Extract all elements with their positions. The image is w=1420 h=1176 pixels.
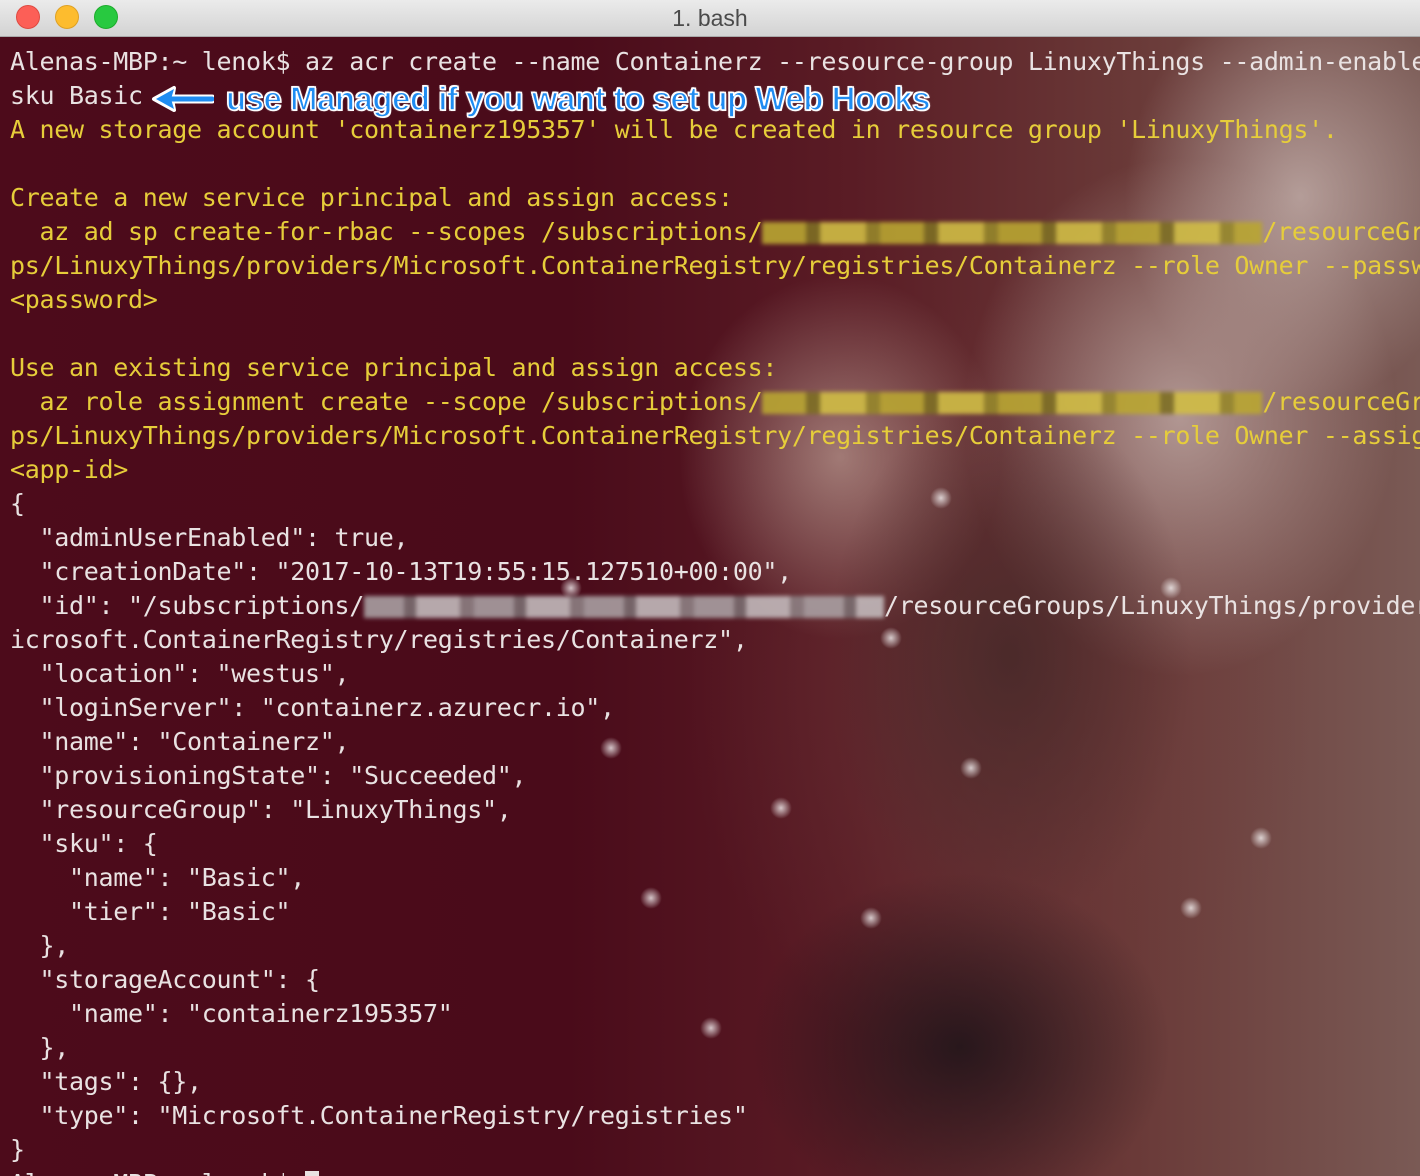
terminal-output[interactable]: Alenas-MBP:~ lenok$ az acr create --name…	[0, 37, 1420, 1176]
terminal-line: "name": "Containerz",	[10, 725, 1420, 759]
terminal-line: "name": "containerz195357"	[10, 997, 1420, 1031]
line-text: A new storage account 'containerz195357'…	[10, 115, 1338, 144]
redacted-subscription-id	[762, 392, 1263, 414]
zoom-button[interactable]	[94, 5, 118, 29]
redacted-subscription-id	[762, 222, 1263, 244]
line-text: Alenas-MBP:~ lenok$ az acr create --name…	[10, 47, 1420, 76]
terminal-line: "provisioningState": "Succeeded",	[10, 759, 1420, 793]
terminal-line: "name": "Basic",	[10, 861, 1420, 895]
terminal-line: Alenas-MBP:~ lenok$ az acr create --name…	[10, 45, 1420, 79]
line-text: "loginServer": "containerz.azurecr.io",	[10, 693, 616, 722]
terminal-line: "sku": {	[10, 827, 1420, 861]
line-text: "tier": "Basic"	[10, 897, 291, 926]
terminal-line: "tier": "Basic"	[10, 895, 1420, 929]
terminal-line: "loginServer": "containerz.azurecr.io",	[10, 691, 1420, 725]
terminal-line: <password>	[10, 283, 1420, 317]
line-text: },	[10, 1033, 70, 1062]
terminal-line: },	[10, 1031, 1420, 1065]
terminal-line: "tags": {},	[10, 1065, 1420, 1099]
terminal-line: Use an existing service principal and as…	[10, 351, 1420, 385]
terminal-line: A new storage account 'containerz195357'…	[10, 113, 1420, 147]
line-text: "type": "Microsoft.ContainerRegistry/reg…	[10, 1101, 748, 1130]
line-text-continued: /resourceGrou	[1262, 387, 1420, 416]
terminal-line: icrosoft.ContainerRegistry/registries/Co…	[10, 623, 1420, 657]
line-text: Alenas-MBP:~ lenok$	[10, 1169, 305, 1176]
close-button[interactable]	[16, 5, 40, 29]
terminal-lines: Alenas-MBP:~ lenok$ az acr create --name…	[10, 45, 1420, 1176]
terminal-line: "adminUserEnabled": true,	[10, 521, 1420, 555]
arrow-left-icon	[152, 86, 214, 112]
line-text: az role assignment create --scope /subsc…	[10, 387, 763, 416]
line-text: "tags": {},	[10, 1067, 203, 1096]
terminal-line: <app-id>	[10, 453, 1420, 487]
line-text: <password>	[10, 285, 158, 314]
text-cursor[interactable]	[305, 1171, 320, 1176]
minimize-button[interactable]	[55, 5, 79, 29]
line-text: Create a new service principal and assig…	[10, 183, 733, 212]
line-text: "resourceGroup": "LinuxyThings",	[10, 795, 512, 824]
line-text: "sku": {	[10, 829, 158, 858]
line-text: ps/LinuxyThings/providers/Microsoft.Cont…	[10, 251, 1420, 280]
terminal-line: },	[10, 929, 1420, 963]
terminal-line: "location": "westus",	[10, 657, 1420, 691]
line-text: "name": "containerz195357"	[10, 999, 453, 1028]
line-text: ps/LinuxyThings/providers/Microsoft.Cont…	[10, 421, 1420, 450]
line-text: {	[10, 489, 25, 518]
terminal-line: ps/LinuxyThings/providers/Microsoft.Cont…	[10, 249, 1420, 283]
line-text-continued: /resourceGrou	[1262, 217, 1420, 246]
window-controls	[16, 5, 118, 29]
terminal-line: "type": "Microsoft.ContainerRegistry/reg…	[10, 1099, 1420, 1133]
terminal-line: }	[10, 1133, 1420, 1167]
line-text: sku Basic	[10, 81, 143, 110]
line-text: "provisioningState": "Succeeded",	[10, 761, 527, 790]
line-text: "name": "Containerz",	[10, 727, 350, 756]
terminal-line: ps/LinuxyThings/providers/Microsoft.Cont…	[10, 419, 1420, 453]
line-text: "id": "/subscriptions/	[10, 591, 365, 620]
line-text: icrosoft.ContainerRegistry/registries/Co…	[10, 625, 748, 654]
terminal-line: az role assignment create --scope /subsc…	[10, 385, 1420, 419]
terminal-line: "id": "/subscriptions/ /resourceGroups/Li…	[10, 589, 1420, 623]
line-text: "storageAccount": {	[10, 965, 321, 994]
terminal-window: 1. bash Alenas-MBP:~ lenok$ az acr creat…	[0, 0, 1420, 1176]
line-text: },	[10, 931, 70, 960]
terminal-line: Alenas-MBP:~ lenok$	[10, 1167, 1420, 1176]
window-title: 1. bash	[672, 4, 748, 31]
line-text: "name": "Basic",	[10, 863, 306, 892]
terminal-line: "creationDate": "2017-10-13T19:55:15.127…	[10, 555, 1420, 589]
line-text: az ad sp create-for-rbac --scopes /subsc…	[10, 217, 763, 246]
line-text-continued: /resourceGroups/LinuxyThings/providers/M	[884, 591, 1420, 620]
line-text: "location": "westus",	[10, 659, 350, 688]
terminal-line: az ad sp create-for-rbac --scopes /subsc…	[10, 215, 1420, 249]
annotation-text: use Managed if you want to set up Web Ho…	[225, 79, 931, 118]
terminal-line: Create a new service principal and assig…	[10, 181, 1420, 215]
redacted-subscription-id	[364, 596, 885, 618]
line-text: "adminUserEnabled": true,	[10, 523, 409, 552]
line-text: <app-id>	[10, 455, 129, 484]
line-text: }	[10, 1135, 25, 1164]
annotation-callout: use Managed if you want to set up Web Ho…	[150, 79, 931, 118]
line-text: Use an existing service principal and as…	[10, 353, 778, 382]
title-bar[interactable]: 1. bash	[0, 0, 1420, 37]
terminal-line: {	[10, 487, 1420, 521]
terminal-line: "storageAccount": {	[10, 963, 1420, 997]
line-text: "creationDate": "2017-10-13T19:55:15.127…	[10, 557, 793, 586]
terminal-line: "resourceGroup": "LinuxyThings",	[10, 793, 1420, 827]
